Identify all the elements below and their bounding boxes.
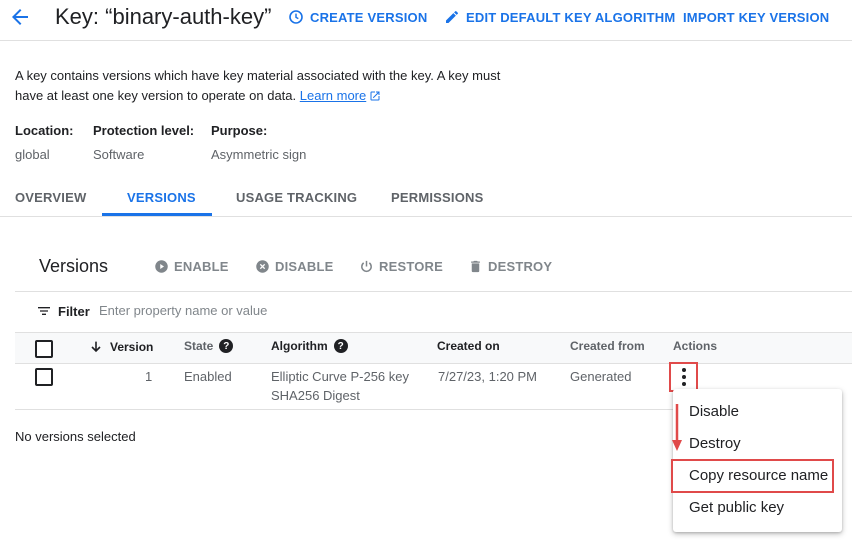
- edit-default-algorithm-label: EDIT DEFAULT KEY ALGORITHM: [466, 9, 676, 25]
- filter-label: Filter: [58, 303, 90, 319]
- tab-versions[interactable]: VERSIONS: [127, 190, 196, 205]
- more-vert-icon: [681, 368, 686, 386]
- location-label: Location:: [15, 123, 74, 138]
- help-icon[interactable]: ?: [219, 339, 234, 353]
- restore-label: RESTORE: [379, 259, 444, 274]
- row-created-from: Generated: [570, 369, 632, 384]
- create-version-button[interactable]: CREATE VERSION: [288, 8, 427, 26]
- column-state-label: State: [184, 339, 214, 353]
- row-divider: [15, 409, 675, 410]
- edit-default-algorithm-button[interactable]: EDIT DEFAULT KEY ALGORITHM: [444, 8, 675, 26]
- active-tab-indicator: [102, 213, 212, 216]
- tab-usage-tracking[interactable]: USAGE TRACKING: [236, 190, 357, 205]
- menu-item-disable[interactable]: Disable: [689, 403, 739, 420]
- column-created-from: Created from: [570, 339, 645, 353]
- location-value: global: [15, 147, 50, 162]
- arrow-down-icon: [88, 339, 104, 355]
- selection-status: No versions selected: [15, 429, 136, 444]
- arrow-down-icon: [672, 404, 682, 452]
- clock-icon: [288, 9, 304, 25]
- filter-icon: [36, 303, 52, 319]
- column-created-on[interactable]: Created on: [437, 339, 500, 353]
- learn-more-link[interactable]: Learn more: [300, 88, 366, 103]
- destroy-button[interactable]: DESTROY: [468, 259, 552, 274]
- play-circle-icon: [154, 259, 169, 274]
- menu-item-get-public-key[interactable]: Get public key: [689, 499, 784, 516]
- row-created-on: 7/27/23, 1:20 PM: [438, 369, 538, 384]
- column-version-label: Version: [110, 340, 154, 354]
- back-arrow-icon[interactable]: [8, 5, 32, 29]
- column-version[interactable]: Version: [88, 339, 153, 355]
- versions-title: Versions: [39, 256, 109, 276]
- highlight-box: [671, 459, 834, 493]
- tab-overview[interactable]: OVERVIEW: [15, 190, 86, 205]
- filter-input[interactable]: Enter property name or value: [99, 303, 267, 318]
- row-version: 1: [145, 369, 153, 384]
- select-all-checkbox[interactable]: [35, 340, 53, 358]
- import-version-label: IMPORT KEY VERSION: [683, 9, 830, 25]
- disable-button[interactable]: DISABLE: [255, 259, 333, 274]
- page-title: Key: “binary-auth-key”: [55, 4, 272, 29]
- trash-icon: [468, 259, 483, 274]
- filter-divider: [15, 291, 852, 292]
- column-actions: Actions: [673, 339, 718, 353]
- purpose-value: Asymmetric sign: [211, 147, 307, 162]
- cancel-circle-icon: [255, 259, 270, 274]
- row-actions-button[interactable]: [669, 362, 698, 392]
- key-description: A key contains versions which have key m…: [15, 66, 515, 106]
- tab-permissions[interactable]: PERMISSIONS: [391, 190, 484, 205]
- row-state: Enabled: [184, 369, 232, 384]
- filter-button[interactable]: Filter: [36, 303, 90, 319]
- disable-label: DISABLE: [275, 259, 334, 274]
- create-version-label: CREATE VERSION: [310, 9, 428, 25]
- destroy-label: DESTROY: [488, 259, 553, 274]
- description-text: A key contains versions which have key m…: [15, 68, 501, 103]
- column-algorithm: Algorithm ?: [271, 339, 348, 353]
- external-link-icon: [369, 90, 381, 102]
- protection-level-value: Software: [93, 147, 145, 162]
- column-algorithm-label: Algorithm: [271, 339, 328, 353]
- purpose-label: Purpose:: [211, 123, 268, 138]
- row-checkbox[interactable]: [35, 368, 53, 386]
- restore-button[interactable]: RESTORE: [359, 259, 443, 274]
- row-algorithm-line1: Elliptic Curve P-256 key: [271, 369, 409, 384]
- menu-item-destroy[interactable]: Destroy: [689, 435, 741, 452]
- tab-divider: [0, 216, 852, 217]
- protection-level-label: Protection level:: [93, 123, 195, 138]
- row-algorithm-line2: SHA256 Digest: [271, 388, 360, 403]
- import-version-button[interactable]: IMPORT KEY VERSION: [683, 8, 829, 26]
- enable-button[interactable]: ENABLE: [154, 259, 229, 274]
- column-state: State ?: [184, 339, 234, 353]
- pencil-icon: [444, 9, 460, 25]
- enable-label: ENABLE: [174, 259, 229, 274]
- power-icon: [359, 259, 374, 274]
- help-icon[interactable]: ?: [333, 339, 348, 353]
